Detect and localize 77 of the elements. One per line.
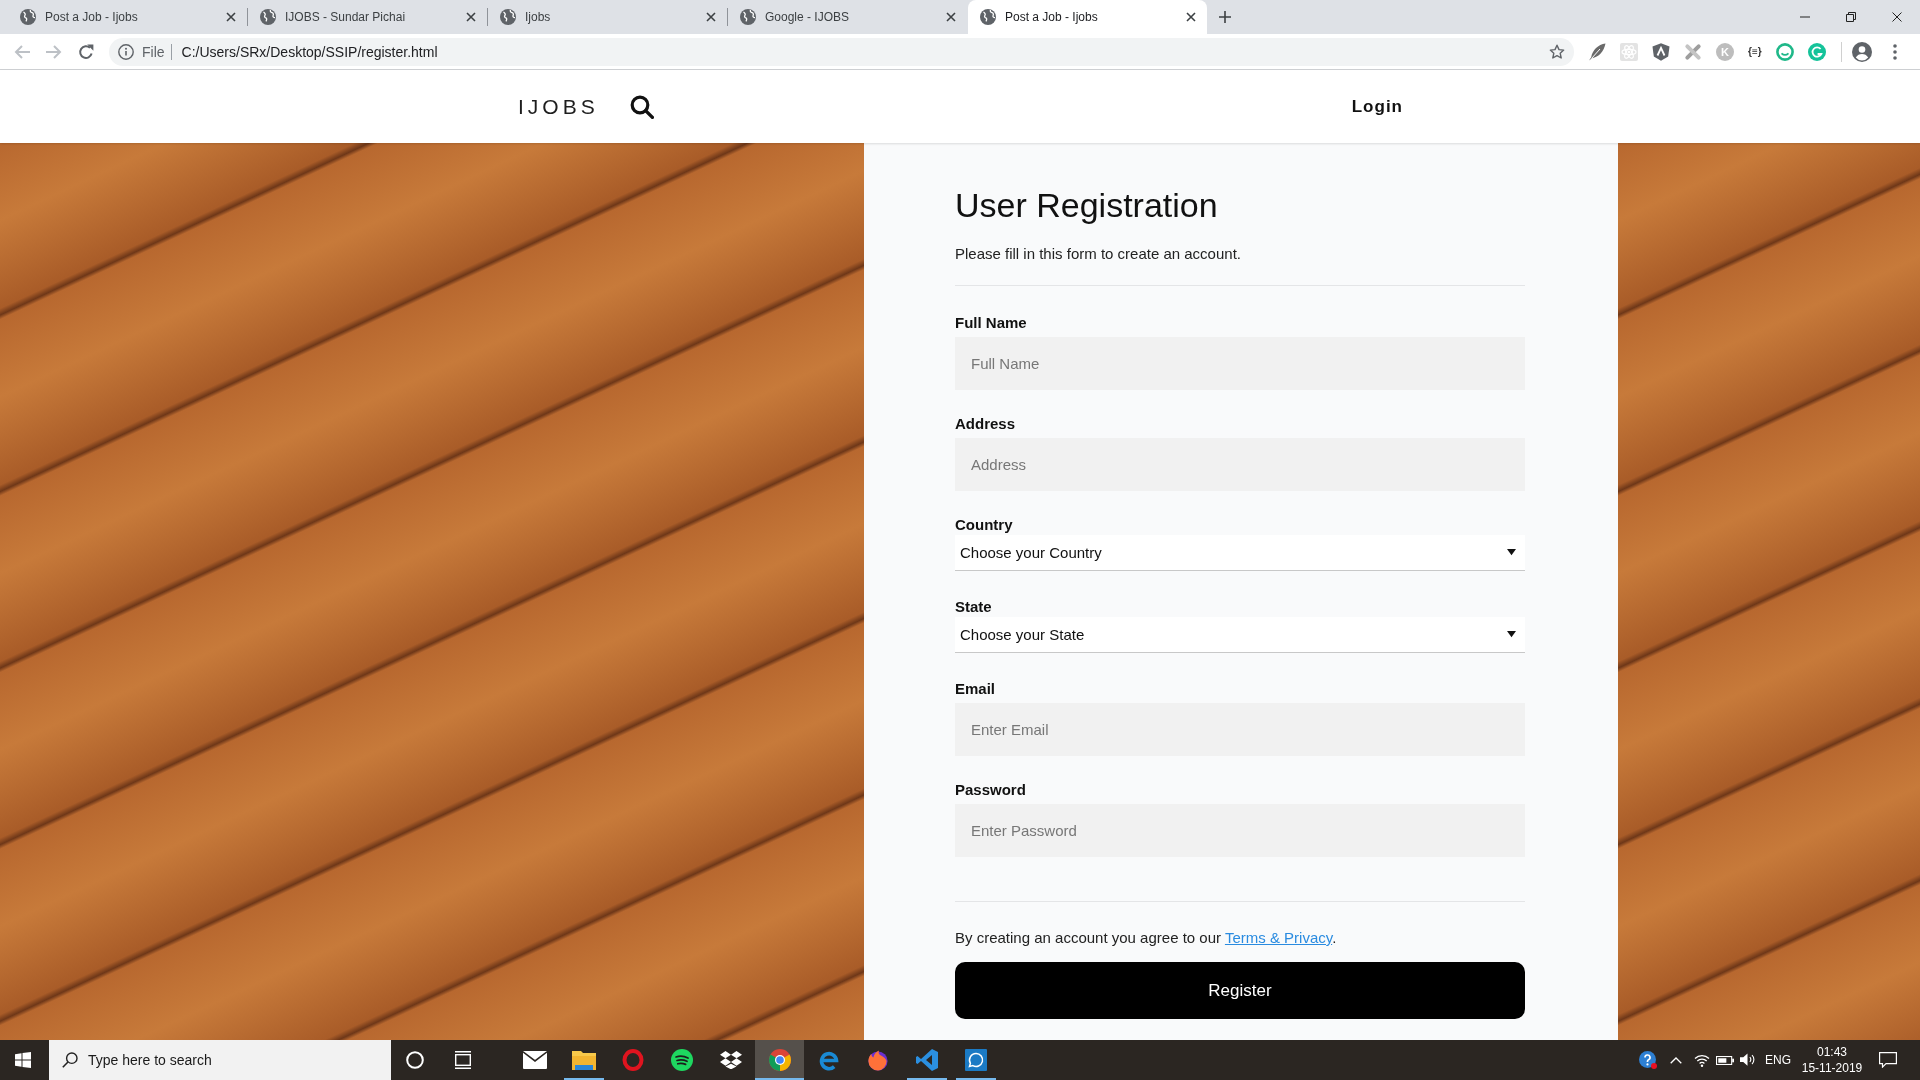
close-icon[interactable]	[1892, 12, 1902, 22]
login-link[interactable]: Login	[1351, 96, 1403, 117]
url-text: C:/Users/SRx/Desktop/SSIP/register.html	[181, 43, 438, 60]
notification-icon[interactable]	[1879, 1052, 1897, 1068]
folder-icon	[571, 1050, 596, 1070]
browser-tab[interactable]: IJOBS - Sundar Pichai	[248, 0, 487, 34]
globe-icon	[500, 9, 516, 25]
field-label: Full Name	[955, 313, 1028, 333]
input-field[interactable]: Enter Password	[955, 804, 1525, 857]
battery-icon[interactable]	[1716, 1055, 1734, 1065]
feather-icon[interactable]	[1588, 42, 1606, 61]
letter-e-icon	[817, 1049, 840, 1071]
input-field[interactable]: Address	[955, 438, 1525, 491]
plus-icon[interactable]	[1219, 11, 1231, 23]
reload-icon[interactable]	[78, 43, 94, 60]
field-label: Address	[955, 414, 1017, 434]
star-icon[interactable]	[1549, 43, 1565, 60]
flame-globe-icon	[866, 1049, 889, 1071]
field-label: Country	[955, 515, 1014, 535]
shield-icon[interactable]	[1652, 42, 1670, 61]
circle-icon[interactable]	[406, 1051, 424, 1069]
input-field[interactable]: Full Name	[955, 337, 1525, 390]
globe-icon	[740, 9, 756, 25]
input-field[interactable]: Enter Email	[955, 703, 1525, 756]
close-icon[interactable]	[946, 12, 956, 22]
wifi-icon[interactable]	[1694, 1053, 1710, 1067]
globe-icon	[260, 9, 276, 25]
ring-smile-icon[interactable]	[1775, 42, 1794, 61]
select-field[interactable]: Choose your State	[955, 617, 1525, 653]
ring-icon	[621, 1049, 644, 1071]
start-icon[interactable]	[15, 1052, 31, 1068]
volume-icon[interactable]	[1739, 1053, 1755, 1067]
scheme-label: File	[142, 43, 165, 60]
caret-icon	[1507, 549, 1516, 556]
info-icon[interactable]	[118, 43, 134, 60]
caret-icon	[1507, 631, 1516, 638]
search-icon	[62, 1052, 78, 1068]
restore-icon[interactable]	[1846, 12, 1856, 22]
field-label: Email	[955, 679, 997, 699]
clock-date[interactable]: 15-11-2019	[1801, 1060, 1863, 1076]
globe-icon	[980, 9, 996, 25]
envelope-icon	[522, 1051, 547, 1069]
clock-time[interactable]: 01:43	[1817, 1044, 1847, 1060]
diamonds-icon	[719, 1050, 742, 1070]
search-icon[interactable]	[629, 94, 654, 119]
crossed-strips-icon[interactable]	[1684, 42, 1702, 61]
ribbon-icon	[915, 1049, 938, 1071]
terms-text: By creating an account you agree to our Terms & Privacy.	[955, 928, 1338, 948]
browser-tab[interactable]: Post a Job - Ijobs	[968, 0, 1207, 34]
help-icon[interactable]	[1639, 1051, 1657, 1069]
extension-button[interactable]: {≡}	[1748, 42, 1762, 61]
select-field[interactable]: Choose your Country	[955, 535, 1525, 571]
field-label: Password	[955, 780, 1027, 800]
field-label: State	[955, 597, 993, 617]
browser-tab[interactable]: Ijobs	[488, 0, 727, 34]
close-icon[interactable]	[226, 12, 236, 22]
site-logo[interactable]: IJOBS	[518, 94, 599, 119]
form-title: User Registration	[955, 185, 1219, 226]
close-icon[interactable]	[706, 12, 716, 22]
form-subtitle: Please fill in this form to create an account.	[955, 244, 1242, 264]
chevron-up-icon[interactable]	[1670, 1056, 1682, 1064]
search-field[interactable]: Type here to search	[49, 1040, 391, 1080]
language-indicator[interactable]: ENG	[1758, 1053, 1798, 1067]
browser-tab[interactable]: Google - IJOBS	[728, 0, 967, 34]
menu-icon[interactable]	[1892, 43, 1897, 60]
browser-tab[interactable]: Post a Job - Ijobs	[8, 0, 247, 34]
address-field[interactable]: File C:/Users/SRx/Desktop/SSIP/register.html	[109, 37, 1574, 66]
task-view-icon[interactable]	[454, 1051, 472, 1069]
wave-disc-icon	[670, 1049, 693, 1071]
globe-icon	[20, 9, 36, 25]
register-button[interactable]: Register	[955, 962, 1525, 1019]
close-icon[interactable]	[1186, 12, 1196, 22]
terms-link[interactable]: Terms & Privacy	[1224, 929, 1333, 946]
chat-bubble-icon	[964, 1049, 987, 1071]
profile-icon[interactable]	[1851, 41, 1872, 62]
segmented-circle-icon	[768, 1049, 791, 1071]
close-icon[interactable]	[466, 12, 476, 22]
